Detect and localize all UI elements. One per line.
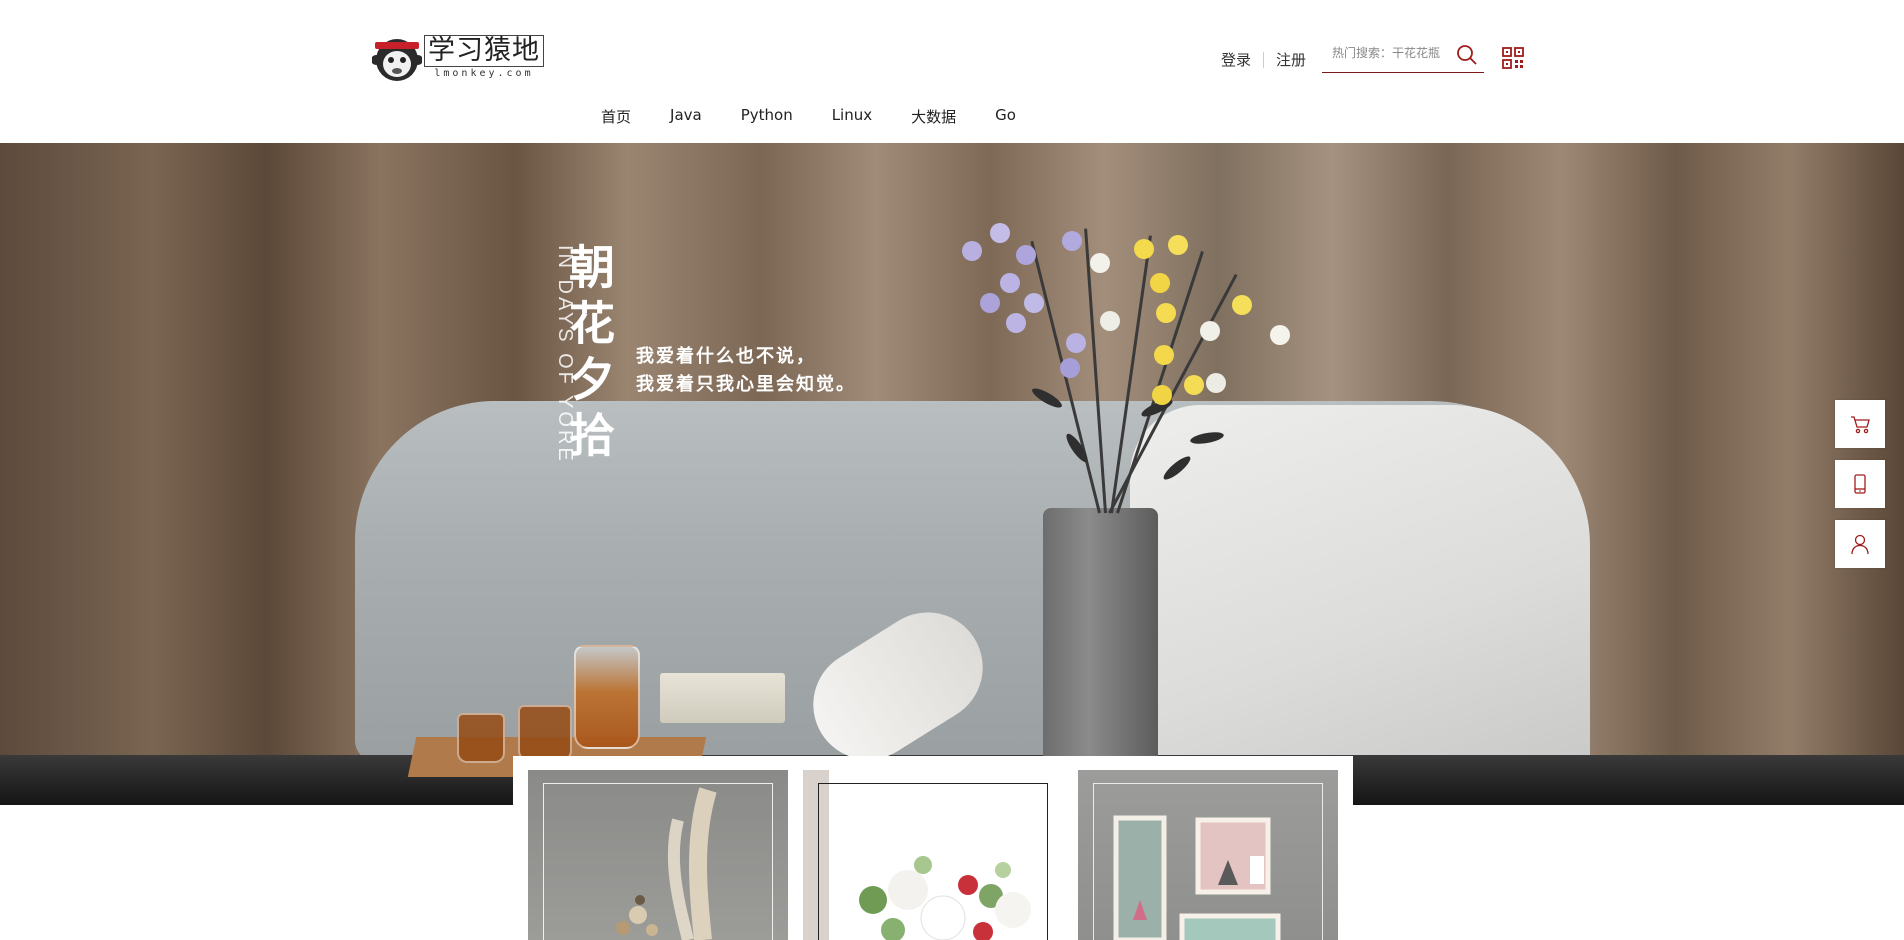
floating-sidebar (1835, 400, 1885, 580)
purple-flower (1016, 245, 1036, 265)
yellow-flower (1232, 295, 1252, 315)
banner-glass-cup (457, 713, 505, 763)
nav-item-java[interactable]: Java (670, 106, 702, 127)
banner-poem: 我爱着什么也不说， 我爱着只我心里会知觉。 (636, 343, 856, 399)
search-icon[interactable] (1456, 44, 1478, 66)
purple-flower (990, 223, 1010, 243)
nav-item-go[interactable]: Go (995, 106, 1016, 127)
hero-banner[interactable]: IN DAYS OF YORE 朝花夕拾 我爱着什么也不说， 我爱着只我心里会知… (0, 143, 1904, 805)
site-logo[interactable]: 学习猿地 lmonkey.com (372, 30, 548, 86)
nav-item-python[interactable]: Python (741, 106, 793, 127)
side-phone-button[interactable] (1835, 460, 1885, 508)
brand-name-cn: 学习猿地 (424, 35, 544, 67)
nav-item-linux[interactable]: Linux (832, 106, 872, 127)
nav-item-bigdata[interactable]: 大数据 (911, 106, 956, 127)
yellow-flower (1150, 273, 1170, 293)
banner-books (660, 673, 785, 723)
nav-item-home[interactable]: 首页 (601, 106, 631, 127)
login-link[interactable]: 登录 (1221, 49, 1251, 70)
yellow-flower (1156, 303, 1176, 323)
link-divider (1263, 51, 1265, 68)
brand-name-en: lmonkey.com (434, 68, 534, 79)
yellow-flower (1184, 375, 1204, 395)
search-box (1322, 38, 1484, 73)
banner-grey-vase (1043, 508, 1158, 793)
purple-flower (1024, 293, 1044, 313)
purple-flower (1006, 313, 1026, 333)
brand-text: 学习猿地 lmonkey.com (424, 35, 544, 81)
cart-icon (1851, 416, 1870, 434)
yellow-flower (1152, 385, 1172, 405)
banner-title-cn: 朝花夕拾 (562, 243, 616, 467)
purple-flower (1000, 273, 1020, 293)
qr-code-icon[interactable] (1502, 47, 1524, 69)
white-flower (1090, 253, 1110, 273)
main-nav: 首页 Java Python Linux 大数据 Go (601, 106, 1055, 127)
card-frame (1093, 783, 1323, 940)
user-icon (1851, 534, 1869, 555)
card-frame (818, 783, 1048, 940)
white-flower (1100, 311, 1120, 331)
banner-blanket-image (1130, 405, 1590, 765)
banner-glass-pitcher (574, 645, 640, 749)
monkey-logo-icon (372, 39, 422, 81)
account-links: 登录 注册 (1221, 49, 1306, 70)
white-flower (1206, 373, 1226, 393)
white-flower (1270, 325, 1290, 345)
product-card-shelves[interactable] (1078, 770, 1338, 940)
yellow-flower (1168, 235, 1188, 255)
product-card-bouquet[interactable] (803, 770, 1063, 940)
poem-line: 我爱着只我心里会知觉。 (636, 374, 856, 395)
side-cart-button[interactable] (1835, 400, 1885, 448)
white-flower (1200, 321, 1220, 341)
poem-line: 我爱着什么也不说， (636, 346, 816, 367)
site-header: 学习猿地 lmonkey.com 登录 注册 首页 Java Python Li… (0, 0, 1904, 143)
yellow-flower (1154, 345, 1174, 365)
card-frame (543, 783, 773, 940)
purple-flower (1060, 358, 1080, 378)
search-input[interactable] (1330, 42, 1454, 64)
purple-flower (980, 293, 1000, 313)
banner-glass-cup (518, 705, 572, 761)
register-link[interactable]: 注册 (1276, 49, 1306, 70)
product-card-dried-flowers[interactable] (528, 770, 788, 940)
purple-flower (962, 241, 982, 261)
side-user-button[interactable] (1835, 520, 1885, 568)
purple-flower (1062, 231, 1082, 251)
yellow-flower (1134, 239, 1154, 259)
purple-flower (1066, 333, 1086, 353)
phone-icon (1854, 474, 1866, 494)
featured-products (513, 756, 1353, 940)
